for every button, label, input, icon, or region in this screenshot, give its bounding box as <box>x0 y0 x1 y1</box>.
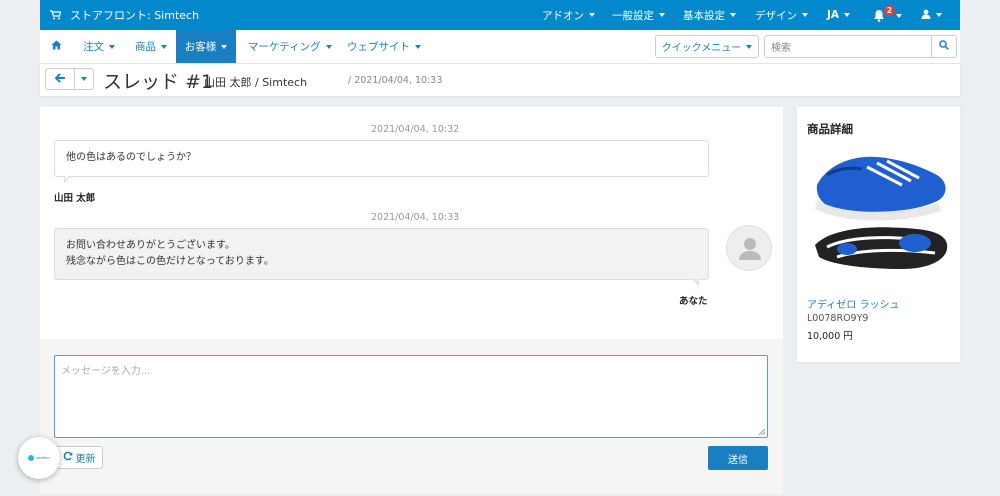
product-price: 10,000 円 <box>807 331 853 342</box>
arrow-left-icon <box>54 72 66 86</box>
page-title: スレッド #1 <box>103 71 214 93</box>
product-code: L0078RO9Y9 <box>807 313 869 324</box>
send-button[interactable]: 送信 <box>708 446 768 470</box>
admin-message-bubble: お問い合わせありがとうございます。 残念ながら色はこの色だけとなっております。 <box>54 228 709 286</box>
support-widget-button[interactable]: SIMTECH <box>18 437 60 479</box>
notification-badge: 2 <box>884 5 895 16</box>
avatar-icon <box>726 225 772 271</box>
user-icon <box>921 9 931 22</box>
search-input[interactable]: 検索 <box>764 35 932 58</box>
home-icon <box>51 40 62 53</box>
message-text: お問い合わせありがとうございます。 <box>66 240 235 251</box>
message-text: 他の色はあるのでしょうか？ <box>66 152 196 163</box>
nav-marketing[interactable]: マーケティング <box>248 30 332 63</box>
message-time: 2021/04/04, 10:32 <box>371 124 460 135</box>
title-bar: スレッド #1 山田 太郎 / Simtech / 2021/04/04, 10… <box>40 64 960 96</box>
thread-panel: 2021/04/04, 10:32 他の色はあるのでしょうか？ 山田 太郎 20… <box>40 107 783 494</box>
nav-products[interactable]: 商品 <box>135 30 167 63</box>
message-author: あなた <box>679 296 708 307</box>
menu-design[interactable]: デザイン <box>755 0 808 30</box>
product-details-panel: 商品詳細 アディゼロ ラッシュ L0078RO9Y9 10,000 円 <box>797 107 960 362</box>
home-button[interactable] <box>51 30 62 63</box>
user-menu[interactable] <box>921 0 942 30</box>
message-text: 残念ながら色はこの色だけとなっております。 <box>66 256 274 267</box>
message-input[interactable]: メッセージを入力... <box>54 355 768 438</box>
notifications-button[interactable]: 2 <box>873 5 902 23</box>
widget-label: SIMTECH <box>36 456 50 460</box>
language-selector[interactable]: JA <box>827 0 851 30</box>
search-icon <box>939 40 949 53</box>
product-name-link[interactable]: アディゼロ ラッシュ <box>807 296 899 311</box>
page-subtitle: 山田 太郎 / Simtech <box>204 76 308 89</box>
widget-logo-icon <box>28 455 35 461</box>
cart-icon <box>50 10 61 20</box>
refresh-button[interactable]: 更新 <box>55 446 103 469</box>
message-author: 山田 太郎 <box>54 193 96 204</box>
nav-orders[interactable]: 注文 <box>83 30 115 63</box>
chevron-down-icon <box>81 77 87 81</box>
panel-title: 商品詳細 <box>807 122 853 136</box>
title-dropdown-button[interactable] <box>74 68 94 90</box>
main-nav: 注文 商品 お客様 マーケティング ウェブサイト クイックメニュー 検索 <box>40 30 960 64</box>
message-time: 2021/04/04, 10:33 <box>371 212 460 223</box>
search-button[interactable] <box>931 35 957 58</box>
menu-addons[interactable]: アドオン <box>542 0 595 30</box>
page-date: / 2021/04/04, 10:33 <box>348 75 443 86</box>
product-image[interactable] <box>807 145 951 287</box>
customer-message-bubble: 他の色はあるのでしょうか？ <box>54 140 709 183</box>
nav-customers[interactable]: お客様 <box>176 30 236 63</box>
nav-website[interactable]: ウェブサイト <box>347 30 421 63</box>
message-list: 2021/04/04, 10:32 他の色はあるのでしょうか？ 山田 太郎 20… <box>40 107 783 339</box>
back-button[interactable] <box>45 68 75 90</box>
storefront-selector[interactable]: ストアフロント: Simtech <box>50 0 199 30</box>
top-bar: ストアフロント: Simtech アドオン 一般設定 基本設定 デザイン JA … <box>40 0 960 30</box>
quick-menu-button[interactable]: クイックメニュー <box>655 35 759 58</box>
menu-basic-settings[interactable]: 基本設定 <box>683 0 736 30</box>
menu-general-settings[interactable]: 一般設定 <box>612 0 665 30</box>
refresh-icon <box>63 451 73 464</box>
storefront-label: ストアフロント: Simtech <box>70 9 200 22</box>
